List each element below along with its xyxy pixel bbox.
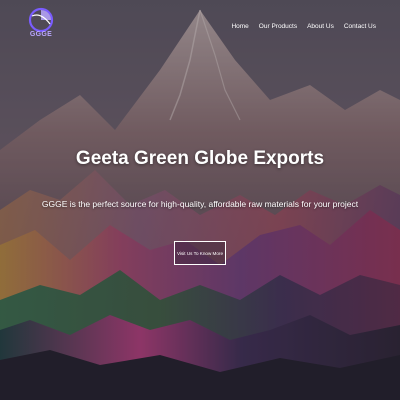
logo-text: GGGE — [29, 31, 53, 38]
globe-logo-icon — [28, 7, 54, 33]
nav-item-home[interactable]: Home — [231, 23, 248, 30]
nav-item-about-us[interactable]: About Us — [307, 23, 334, 30]
site-header: GGGE Home Our Products About Us Contact … — [0, 0, 400, 50]
nav-item-our-products[interactable]: Our Products — [259, 23, 297, 30]
nav-item-contact-us[interactable]: Contact Us — [344, 23, 376, 30]
site-logo[interactable]: GGGE — [26, 7, 56, 43]
visit-us-button[interactable]: Visit Us To Know More — [174, 241, 226, 265]
hero-subtitle: GGGE is the perfect source for high-qual… — [41, 199, 359, 209]
hero-title: Geeta Green Globe Exports — [75, 148, 325, 169]
main-navigation: Home Our Products About Us Contact Us — [231, 23, 376, 30]
